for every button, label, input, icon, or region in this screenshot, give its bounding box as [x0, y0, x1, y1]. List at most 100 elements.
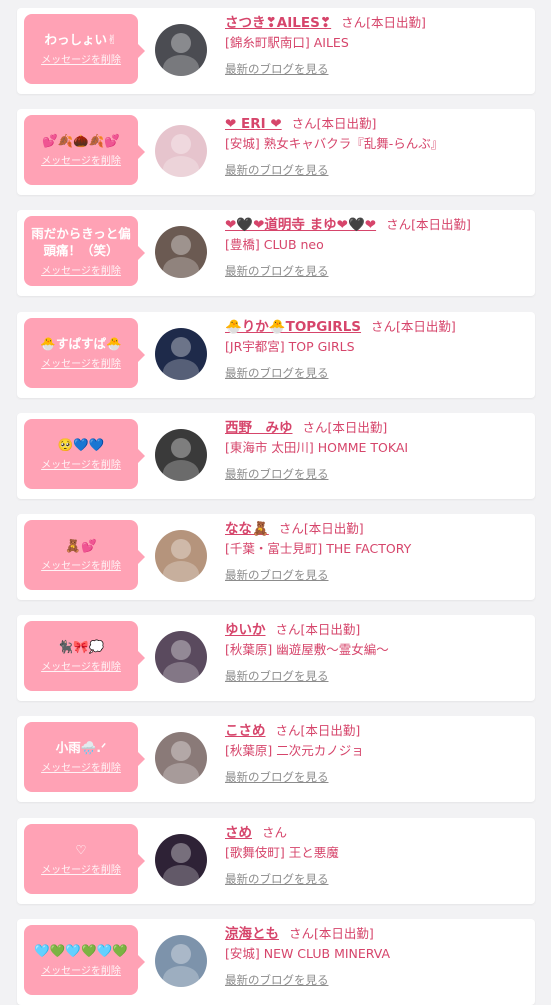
staff-name-link[interactable]: ❤🖤❤道明寺 まゆ❤🖤❤	[225, 217, 376, 233]
latest-blog-link[interactable]: 最新のブログを見る	[225, 162, 329, 178]
delete-message-link[interactable]: メッセージを削除	[41, 762, 121, 775]
name-line: 🐣りか🐣TOPGIRLS さん[本日出勤]	[225, 316, 529, 336]
avatar[interactable]	[155, 125, 207, 177]
staff-info: 涼海とも さん[本日出勤] [安城] NEW CLUB MINERVA 最新のブログを…	[225, 923, 529, 988]
work-status-text: さん[本日出勤]	[302, 420, 388, 435]
message-text: 💕🍂🌰🍂💕	[42, 133, 120, 148]
staff-info: こさめ さん[本日出勤] [秋葉原] 二次元カノジョ 最新のブログを見る	[225, 720, 529, 785]
shop-name: [JR宇都宮] TOP GIRLS	[225, 339, 355, 354]
delete-message-link[interactable]: メッセージを削除	[41, 265, 121, 278]
latest-blog-link[interactable]: 最新のブログを見る	[225, 668, 329, 684]
delete-message-link[interactable]: メッセージを削除	[41, 155, 121, 168]
delete-message-link[interactable]: メッセージを削除	[41, 459, 121, 472]
staff-card: わっしょい✌ メッセージを削除 さつき❣AILES❣ さん[本日出勤] [錦糸町駅南口]…	[17, 8, 535, 94]
work-status-text: さん	[262, 825, 288, 840]
staff-name-link[interactable]: 西野 みゆ	[225, 420, 293, 436]
staff-name-link[interactable]: ❤ ERI ❤	[225, 116, 282, 132]
latest-blog-link[interactable]: 最新のブログを見る	[225, 567, 329, 583]
work-status-text: さん[本日出勤]	[386, 217, 471, 232]
name-line: さめ さん	[225, 822, 529, 842]
name-line: さつき❣AILES❣ さん[本日出勤]	[225, 12, 529, 32]
work-status-text: さん[本日出勤]	[291, 116, 377, 131]
shop-name: [安城] NEW CLUB MINERVA	[225, 946, 391, 961]
delete-message-link[interactable]: メッセージを削除	[41, 864, 121, 877]
staff-info: なな🧸 さん[本日出勤] [千葉・富士見町] THE FACTORY 最新のブログを見…	[225, 518, 529, 583]
delete-message-link[interactable]: メッセージを削除	[41, 661, 121, 674]
staff-name-link[interactable]: さめ	[225, 825, 252, 841]
work-status-text: さん[本日出勤]	[278, 521, 364, 536]
avatar[interactable]	[155, 834, 207, 886]
staff-card: 🐈‍⬛🎀💭 メッセージを削除 ゆいか さん[本日出勤] [秋葉原] 幽遊屋敷〜霊女編〜最…	[17, 615, 535, 701]
latest-blog-link[interactable]: 最新のブログを見る	[225, 61, 329, 77]
latest-blog-link[interactable]: 最新のブログを見る	[225, 769, 329, 785]
latest-blog-link[interactable]: 最新のブログを見る	[225, 466, 329, 482]
message-text: わっしょい✌	[44, 32, 118, 47]
staff-name-link[interactable]: こさめ	[225, 723, 266, 739]
shop-name: [錦糸町駅南口] AILES	[225, 35, 349, 50]
staff-card: 🐣すぱすぱ🐣 メッセージを削除 🐣りか🐣TOPGIRLS さん[本日出勤] [JR宇都宮…	[17, 312, 535, 398]
staff-name-link[interactable]: ゆいか	[225, 622, 266, 638]
staff-info: 西野 みゆ さん[本日出勤] [東海市 太田川] HOMME TOKAI 最新のブログ…	[225, 417, 529, 482]
message-bubble: 小雨🌧️.ᐟ メッセージを削除	[24, 722, 145, 792]
shop-name: [豊橋] CLUB neo	[225, 237, 324, 252]
message-text: 🥺💙💙	[57, 437, 105, 452]
name-line: ゆいか さん[本日出勤]	[225, 619, 529, 639]
message-bubble: 🩵💚🩵💚🩵💚 メッセージを削除	[24, 925, 145, 995]
latest-blog-link[interactable]: 最新のブログを見る	[225, 263, 329, 279]
avatar[interactable]	[155, 631, 207, 683]
delete-message-link[interactable]: メッセージを削除	[41, 358, 121, 371]
staff-card: ♡ メッセージを削除 さめ さん [歌舞伎町] 王と悪魔 最新のブログを見る	[17, 818, 535, 904]
staff-info: さつき❣AILES❣ さん[本日出勤] [錦糸町駅南口] AILES 最新のブログを見…	[225, 12, 529, 77]
work-status-text: さん[本日出勤]	[341, 15, 426, 30]
staff-info: さめ さん [歌舞伎町] 王と悪魔 最新のブログを見る	[225, 822, 529, 887]
staff-card: 🧸💕 メッセージを削除 なな🧸 さん[本日出勤] [千葉・富士見町] THE FACTO…	[17, 514, 535, 600]
latest-blog-link[interactable]: 最新のブログを見る	[225, 972, 329, 988]
latest-blog-link[interactable]: 最新のブログを見る	[225, 365, 329, 381]
message-text: 🐣すぱすぱ🐣	[40, 336, 122, 351]
staff-name-link[interactable]: 涼海とも	[225, 926, 279, 942]
delete-message-link[interactable]: メッセージを削除	[41, 560, 121, 573]
delete-message-link[interactable]: メッセージを削除	[41, 965, 121, 978]
message-bubble: 💕🍂🌰🍂💕 メッセージを削除	[24, 115, 145, 185]
name-line: なな🧸 さん[本日出勤]	[225, 518, 529, 538]
message-bubble: 🧸💕 メッセージを削除	[24, 520, 145, 590]
work-status-text: さん[本日出勤]	[371, 319, 456, 334]
message-bubble: 🐈‍⬛🎀💭 メッセージを削除	[24, 621, 145, 691]
name-line: 涼海とも さん[本日出勤]	[225, 923, 529, 943]
latest-blog-link[interactable]: 最新のブログを見る	[225, 871, 329, 887]
shop-name: [秋葉原] 幽遊屋敷〜霊女編〜	[225, 642, 389, 657]
staff-name-link[interactable]: なな🧸	[225, 521, 269, 537]
work-status-text: さん[本日出勤]	[289, 926, 374, 941]
message-bubble: ♡ メッセージを削除	[24, 824, 145, 894]
avatar[interactable]	[155, 935, 207, 987]
staff-name-link[interactable]: 🐣りか🐣TOPGIRLS	[225, 319, 361, 335]
message-bubble: わっしょい✌ メッセージを削除	[24, 14, 145, 84]
staff-card: 🥺💙💙 メッセージを削除 西野 みゆ さん[本日出勤] [東海市 太田川] HOMME …	[17, 413, 535, 499]
name-line: ❤🖤❤道明寺 まゆ❤🖤❤ さん[本日出勤]	[225, 214, 529, 234]
name-line: こさめ さん[本日出勤]	[225, 720, 529, 740]
shop-name: [安城] 熟女キャバクラ『乱舞-らんぶ』	[225, 136, 444, 151]
staff-card: 雨だからきっと偏頭痛！（笑） メッセージを削除 ❤🖤❤道明寺 まゆ❤🖤❤ さん[本日出…	[17, 210, 535, 296]
message-text: ♡	[75, 842, 87, 857]
message-text: 小雨🌧️.ᐟ	[55, 740, 107, 755]
staff-message-list: わっしょい✌ メッセージを削除 さつき❣AILES❣ さん[本日出勤] [錦糸町駅南口]…	[0, 0, 551, 1005]
name-line: 西野 みゆ さん[本日出勤]	[225, 417, 529, 437]
shop-name: [秋葉原] 二次元カノジョ	[225, 743, 364, 758]
staff-name-link[interactable]: さつき❣AILES❣	[225, 15, 331, 31]
staff-info: ❤ ERI ❤ さん[本日出勤] [安城] 熟女キャバクラ『乱舞-らんぶ』 最新のブロ…	[225, 113, 529, 178]
avatar[interactable]	[155, 328, 207, 380]
shop-name: [歌舞伎町] 王と悪魔	[225, 845, 339, 860]
staff-info: ゆいか さん[本日出勤] [秋葉原] 幽遊屋敷〜霊女編〜 最新のブログを見る	[225, 619, 529, 684]
message-bubble: 🥺💙💙 メッセージを削除	[24, 419, 145, 489]
staff-card: 🩵💚🩵💚🩵💚 メッセージを削除 涼海とも さん[本日出勤] [安城] NEW CLUB …	[17, 919, 535, 1005]
shop-name: [千葉・富士見町] THE FACTORY	[225, 541, 412, 556]
avatar[interactable]	[155, 24, 207, 76]
avatar[interactable]	[155, 732, 207, 784]
avatar[interactable]	[155, 429, 207, 481]
avatar[interactable]	[155, 530, 207, 582]
message-bubble: 🐣すぱすぱ🐣 メッセージを削除	[24, 318, 145, 388]
delete-message-link[interactable]: メッセージを削除	[41, 54, 121, 67]
message-bubble: 雨だからきっと偏頭痛！（笑） メッセージを削除	[24, 216, 145, 286]
staff-info: 🐣りか🐣TOPGIRLS さん[本日出勤] [JR宇都宮] TOP GIRLS 最新の…	[225, 316, 529, 381]
avatar[interactable]	[155, 226, 207, 278]
